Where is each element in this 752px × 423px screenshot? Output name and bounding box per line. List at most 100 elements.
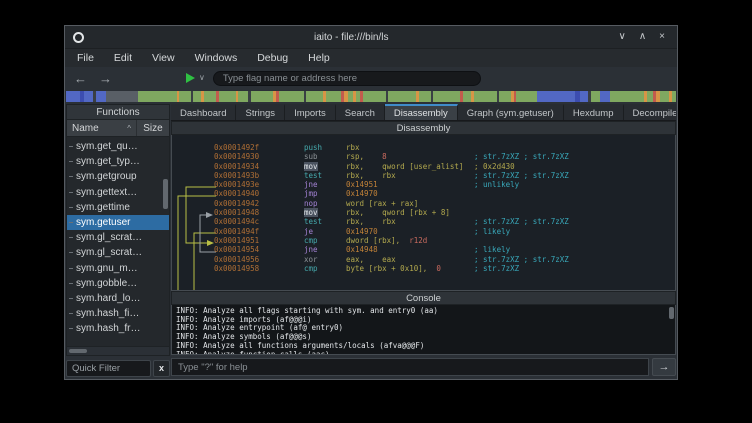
colorbar-segment bbox=[419, 91, 431, 102]
function-row[interactable]: sym.gettime bbox=[67, 200, 169, 215]
console-scrollbar-handle[interactable] bbox=[669, 307, 674, 319]
disasm-comment bbox=[474, 199, 673, 208]
disasm-address: 0x0001492f bbox=[214, 143, 304, 152]
colorbar-segment bbox=[66, 91, 80, 102]
forward-icon[interactable]: → bbox=[99, 72, 112, 85]
disasm-comment: ; unlikely bbox=[474, 180, 673, 189]
disasm-address: 0x0001493e bbox=[214, 180, 304, 189]
function-row[interactable]: sym.gl_scrat… bbox=[67, 230, 169, 245]
tab-bar: DashboardStringsImportsSearchDisassembly… bbox=[171, 104, 676, 121]
disasm-row[interactable]: 0x00014930subrsp, 8; str.7zXZ ; str.7zXZ bbox=[214, 152, 673, 161]
disasm-row[interactable]: 0x00014958cmpbyte [rbx + 0x10], 0; str.7… bbox=[214, 264, 673, 273]
colorbar-segment bbox=[193, 91, 201, 102]
disasm-comment: ; likely bbox=[474, 245, 673, 254]
disasm-address: 0x00014942 bbox=[214, 199, 304, 208]
hscrollbar-handle[interactable] bbox=[69, 349, 87, 353]
console-command-row: → bbox=[171, 358, 676, 376]
disasm-operands: rbx, rbx bbox=[346, 171, 474, 180]
address-colorbar[interactable] bbox=[66, 91, 676, 102]
minimize-icon[interactable]: ∨ bbox=[619, 32, 626, 42]
function-row[interactable]: sym.gobble… bbox=[67, 276, 169, 291]
function-row[interactable]: sym.gl_scrat… bbox=[67, 245, 169, 260]
back-icon[interactable]: ← bbox=[74, 72, 87, 85]
tab-disassembly[interactable]: Disassembly bbox=[385, 104, 458, 120]
menu-item-edit[interactable]: Edit bbox=[104, 52, 142, 64]
disasm-comment bbox=[474, 208, 673, 217]
flag-search-input[interactable] bbox=[213, 71, 481, 86]
function-row[interactable]: sym.hash_fi… bbox=[67, 306, 169, 321]
app-icon bbox=[73, 32, 84, 43]
functions-column-headers: Name ^ Size bbox=[66, 120, 170, 137]
column-header-size[interactable]: Size bbox=[137, 120, 169, 136]
functions-panel-title: Functions bbox=[66, 104, 170, 120]
disasm-row[interactable]: 0x0001494ctestrbx, rbx; str.7zXZ ; str.7… bbox=[214, 217, 673, 226]
functions-hscrollbar[interactable] bbox=[66, 347, 170, 356]
colorbar-segment bbox=[363, 91, 386, 102]
console-command-input[interactable] bbox=[171, 358, 649, 376]
disasm-row[interactable]: 0x00014951cmpdword [rbx], r12d bbox=[214, 236, 673, 245]
disasm-row[interactable]: 0x0001492fpushrbx bbox=[214, 143, 673, 152]
menu-item-file[interactable]: File bbox=[67, 52, 104, 64]
quick-filter-input[interactable] bbox=[66, 360, 151, 377]
menu-item-view[interactable]: View bbox=[142, 52, 185, 64]
function-row[interactable]: sym.gnu_m… bbox=[67, 261, 169, 276]
disasm-row[interactable]: 0x0001494fje0x14970; likely bbox=[214, 227, 673, 236]
disasm-operands: 0x14970 bbox=[346, 189, 474, 198]
disasm-mnemonic: nop bbox=[304, 199, 346, 208]
tab-dashboard[interactable]: Dashboard bbox=[171, 104, 236, 120]
tab-graph-sym-getuser[interactable]: Graph (sym.getuser) bbox=[458, 104, 564, 120]
disasm-operands: dword [rbx], r12d bbox=[346, 236, 474, 245]
chevron-down-icon[interactable]: ∨ bbox=[199, 74, 205, 82]
disasm-operands: rbx, qword [user_alist] bbox=[346, 162, 474, 171]
disasm-row[interactable]: 0x0001493ejne0x14951; unlikely bbox=[214, 180, 673, 189]
console-submit-button[interactable]: → bbox=[652, 358, 676, 376]
colorbar-segment bbox=[106, 91, 138, 102]
function-row[interactable]: sym.get_qu… bbox=[67, 139, 169, 154]
disasm-row[interactable]: 0x00014948movrbx, qword [rbx + 8] bbox=[214, 208, 673, 217]
disasm-row[interactable]: 0x00014940jmp0x14970 bbox=[214, 189, 673, 198]
disasm-row[interactable]: 0x0001493btestrbx, rbx; str.7zXZ ; str.7… bbox=[214, 171, 673, 180]
colorbar-segment bbox=[433, 91, 460, 102]
disasm-row[interactable]: 0x00014954jne0x14948; likely bbox=[214, 245, 673, 254]
function-row[interactable]: sym.hard_lo… bbox=[67, 291, 169, 306]
disasm-comment bbox=[474, 143, 673, 152]
disasm-comment: ; str.7zXZ bbox=[474, 264, 673, 273]
disasm-address: 0x0001494f bbox=[214, 227, 304, 236]
console-output[interactable]: INFO: Analyze all flags starting with sy… bbox=[171, 305, 676, 355]
function-row[interactable]: sym.getuser bbox=[67, 215, 169, 230]
disasm-comment: ; 0x2d430 bbox=[474, 162, 673, 171]
disasm-row[interactable]: 0x00014956xoreax, eax; str.7zXZ ; str.7z… bbox=[214, 255, 673, 264]
disasm-operands: 0x14951 bbox=[346, 180, 474, 189]
function-row[interactable]: sym.hash_fr… bbox=[67, 321, 169, 336]
clear-filter-button[interactable]: x bbox=[153, 360, 170, 377]
disasm-operands: byte [rbx + 0x10], 0 bbox=[346, 264, 474, 273]
tab-decompiler-empty[interactable]: Decompiler (Empty) bbox=[624, 104, 676, 120]
tab-strings[interactable]: Strings bbox=[236, 104, 285, 120]
function-row[interactable]: sym.get_typ… bbox=[67, 154, 169, 169]
disasm-address: 0x0001493b bbox=[214, 171, 304, 180]
functions-vscrollbar-handle[interactable] bbox=[163, 179, 168, 209]
colorbar-segment bbox=[660, 91, 669, 102]
close-icon[interactable]: × bbox=[659, 32, 665, 42]
menu-item-help[interactable]: Help bbox=[298, 52, 340, 64]
disassembly-panel-header[interactable]: Disassembly bbox=[171, 121, 676, 135]
debug-start-button[interactable]: ∨ bbox=[186, 73, 205, 83]
disasm-mnemonic: jmp bbox=[304, 189, 346, 198]
menu-item-debug[interactable]: Debug bbox=[247, 52, 298, 64]
menu-item-windows[interactable]: Windows bbox=[185, 52, 248, 64]
disassembly-view[interactable]: 0x0001492fpushrbx0x00014930subrsp, 8; st… bbox=[171, 135, 676, 291]
console-panel-header[interactable]: Console bbox=[171, 291, 676, 305]
function-row[interactable]: sym.getgroup bbox=[67, 169, 169, 184]
disasm-row[interactable]: 0x00014934movrbx, qword [user_alist]; 0x… bbox=[214, 162, 673, 171]
disasm-row[interactable]: 0x00014942nopword [rax + rax] bbox=[214, 199, 673, 208]
tab-imports[interactable]: Imports bbox=[285, 104, 336, 120]
maximize-icon[interactable]: ∧ bbox=[639, 32, 646, 42]
column-header-name[interactable]: Name ^ bbox=[67, 120, 137, 136]
function-row[interactable]: sym.gettext… bbox=[67, 185, 169, 200]
disasm-mnemonic: mov bbox=[304, 208, 346, 217]
colorbar-segment bbox=[204, 91, 216, 102]
tab-search[interactable]: Search bbox=[336, 104, 385, 120]
jump-arrows bbox=[172, 135, 216, 291]
titlebar[interactable]: iaito - file:///bin/ls ∨ ∧ × bbox=[65, 26, 677, 48]
tab-hexdump[interactable]: Hexdump bbox=[564, 104, 624, 120]
